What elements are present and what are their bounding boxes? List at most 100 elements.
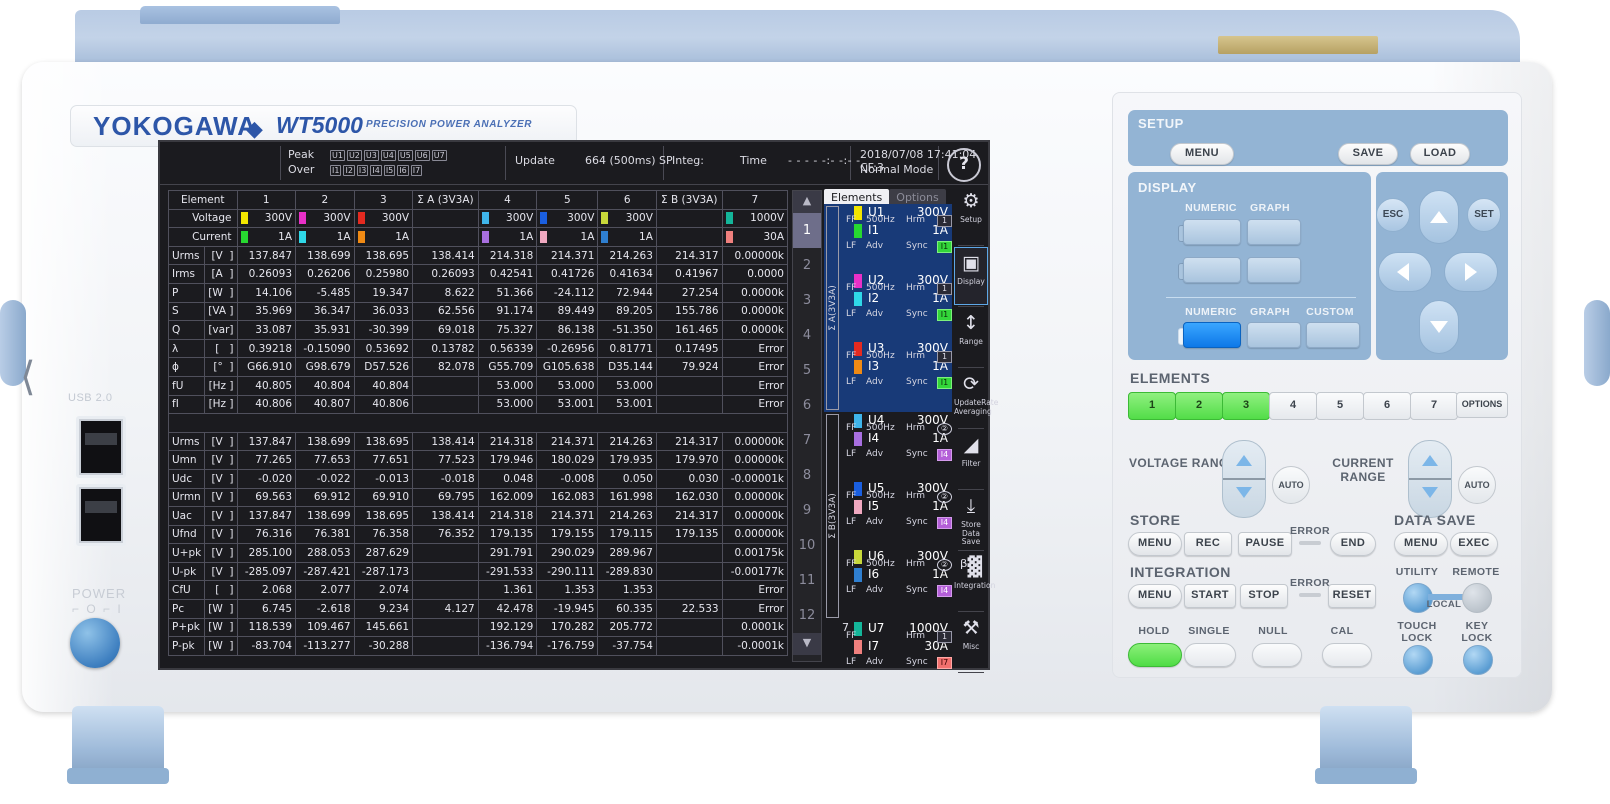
- element-entry[interactable]: U4300VI41ALFAdvSyncI4FF500HzHrm②: [824, 412, 952, 480]
- display-custom-button-3[interactable]: [1306, 322, 1360, 348]
- page-number-1[interactable]: 1: [793, 213, 821, 248]
- page-number-3[interactable]: 3: [793, 283, 821, 318]
- display-graph-button-2[interactable]: [1247, 257, 1301, 283]
- table-cell: 0.13782: [413, 339, 479, 358]
- null-button[interactable]: [1252, 643, 1302, 667]
- page-scroll-down[interactable]: ▼: [793, 633, 821, 655]
- element-entry[interactable]: U5300VI51ALFAdvSyncI4FF500HzHrm②: [824, 480, 952, 548]
- page-number-11[interactable]: 11: [793, 563, 821, 598]
- display-numeric-button-2[interactable]: [1183, 257, 1241, 283]
- table-cell: [413, 544, 479, 563]
- current-auto-button[interactable]: AUTO: [1458, 466, 1496, 504]
- table-row: Uac[V ]137.847138.699138.695138.414214.3…: [169, 507, 788, 526]
- store-end-button[interactable]: END: [1330, 532, 1376, 556]
- icon-rail-label: Setup: [954, 216, 988, 225]
- page-number-12[interactable]: 12: [793, 598, 821, 633]
- row-label: Pc: [169, 600, 205, 619]
- element-key-1[interactable]: 1: [1128, 392, 1176, 420]
- voltage-range-stepper[interactable]: [1222, 440, 1266, 518]
- setup-menu-button[interactable]: MENU: [1170, 143, 1234, 165]
- key-lock-button[interactable]: [1463, 645, 1493, 675]
- page-number-6[interactable]: 6: [793, 388, 821, 423]
- display-graph-label-1: GRAPH: [1244, 202, 1296, 214]
- usb-port-2[interactable]: [76, 484, 126, 546]
- help-icon[interactable]: ?: [947, 148, 981, 182]
- element-group[interactable]: Σ B(3V3A)U4300VI41ALFAdvSyncI4FF500HzHrm…: [824, 412, 952, 620]
- icon-rail-range[interactable]: ↕Range: [954, 308, 988, 366]
- current-range-stepper[interactable]: [1408, 440, 1452, 518]
- elements-options-button[interactable]: OPTIONS: [1456, 392, 1508, 418]
- table-cell: Error: [722, 395, 787, 414]
- touch-lock-button[interactable]: [1403, 645, 1433, 675]
- data-save-exec-button[interactable]: EXEC: [1450, 532, 1498, 556]
- element-key-6[interactable]: 6: [1363, 392, 1411, 420]
- display-graph-button-3[interactable]: [1247, 322, 1301, 348]
- element-key-2[interactable]: 2: [1175, 392, 1223, 420]
- icon-rail-setup[interactable]: ⚙Setup: [954, 186, 988, 244]
- display-numeric-label-1: NUMERIC: [1182, 202, 1240, 214]
- integration-reset-button[interactable]: RESET: [1328, 584, 1376, 608]
- page-number-4[interactable]: 4: [793, 318, 821, 353]
- lf-label: LF: [846, 449, 856, 459]
- voltage-auto-button[interactable]: AUTO: [1272, 466, 1310, 504]
- icon-rail-misc[interactable]: ⚒Misc: [954, 613, 988, 671]
- icon-rail-integration[interactable]: ᵝ▓Integration: [954, 552, 988, 610]
- screen-header: Peak Over U1U2U3U4U5U6U7 I1I2I3I4I5I6I7 …: [160, 142, 988, 185]
- store-pause-button[interactable]: PAUSE: [1238, 532, 1292, 556]
- page-number-2[interactable]: 2: [793, 248, 821, 283]
- page-number-8[interactable]: 8: [793, 458, 821, 493]
- icon-rail-display[interactable]: ▣Display: [954, 247, 988, 305]
- usb-port-1[interactable]: [76, 416, 126, 478]
- elements-panel-tabs[interactable]: ElementsOptions: [824, 186, 946, 204]
- screen-icon-rail[interactable]: ⚙Setup▣Display↕Range⟳UpdateRate Averagin…: [954, 186, 988, 668]
- element-key-7[interactable]: 7: [1410, 392, 1458, 420]
- icon-rail-store-data-save[interactable]: ⤓Store Data Save: [954, 491, 988, 549]
- single-button[interactable]: [1184, 643, 1236, 667]
- esc-button[interactable]: ESC: [1376, 198, 1410, 232]
- element-entry[interactable]: U2300VI21ALFAdvSyncI1FF500HzHrm1: [824, 272, 952, 340]
- display-numeric-button-1[interactable]: [1183, 219, 1241, 245]
- table-cell: Error: [722, 376, 787, 395]
- setup-load-button[interactable]: LOAD: [1410, 143, 1470, 165]
- nav-down-button[interactable]: [1419, 300, 1459, 354]
- table-cell: 162.030: [656, 488, 722, 507]
- range-value: 300V: [323, 212, 350, 224]
- store-menu-button[interactable]: MENU: [1128, 532, 1182, 556]
- nav-up-button[interactable]: [1419, 190, 1459, 244]
- cal-button[interactable]: [1322, 643, 1372, 667]
- table-cell: 33.087: [237, 321, 296, 340]
- hold-button[interactable]: [1128, 643, 1182, 667]
- remote-led-button[interactable]: [1462, 583, 1492, 613]
- power-button[interactable]: [70, 618, 120, 668]
- element-key-4[interactable]: 4: [1269, 392, 1317, 420]
- display-numeric-button-3[interactable]: [1183, 322, 1241, 348]
- page-number-10[interactable]: 10: [793, 528, 821, 563]
- element-key-3[interactable]: 3: [1222, 392, 1270, 420]
- icon-rail-filter[interactable]: ◢Filter: [954, 430, 988, 488]
- element-group[interactable]: 7U71000VI730ALFAdvSyncI7FFHrm1: [824, 620, 952, 692]
- element-entry[interactable]: 7U71000VI730ALFAdvSyncI7FFHrm1: [824, 620, 952, 688]
- integration-menu-button[interactable]: MENU: [1128, 584, 1182, 608]
- page-number-7[interactable]: 7: [793, 423, 821, 458]
- element-key-5[interactable]: 5: [1316, 392, 1364, 420]
- nav-left-button[interactable]: [1378, 252, 1432, 292]
- element-group[interactable]: Σ A(3V3A)U1300VI11ALFAdvSyncI1FF500HzHrm…: [824, 204, 952, 412]
- page-scroll-up[interactable]: ▲: [793, 191, 821, 213]
- setup-save-button[interactable]: SAVE: [1338, 143, 1398, 165]
- display-graph-button-1[interactable]: [1247, 219, 1301, 245]
- element-entry[interactable]: U3300VI31ALFAdvSyncI1FF500HzHrm1: [824, 340, 952, 408]
- set-button[interactable]: SET: [1467, 198, 1501, 232]
- page-number-rail[interactable]: ▲123456789101112▼: [792, 190, 822, 662]
- page-number-5[interactable]: 5: [793, 353, 821, 388]
- element-entry[interactable]: U6300VI61ALFAdvSyncI4FF500HzHrm②: [824, 548, 952, 616]
- integration-start-button[interactable]: START: [1184, 584, 1236, 608]
- channel-color-swatch: [540, 231, 547, 243]
- integration-stop-button[interactable]: STOP: [1240, 584, 1288, 608]
- data-save-menu-button[interactable]: MENU: [1394, 532, 1448, 556]
- nav-right-button[interactable]: [1444, 252, 1498, 292]
- element-entry[interactable]: U1300VI11ALFAdvSyncI1FF500HzHrm1: [824, 204, 952, 272]
- icon-rail-update-rate-averaging[interactable]: ⟳UpdateRate Averaging: [954, 369, 988, 427]
- page-number-9[interactable]: 9: [793, 493, 821, 528]
- store-rec-button[interactable]: REC: [1184, 532, 1232, 556]
- sync-label: Sync: [906, 377, 928, 387]
